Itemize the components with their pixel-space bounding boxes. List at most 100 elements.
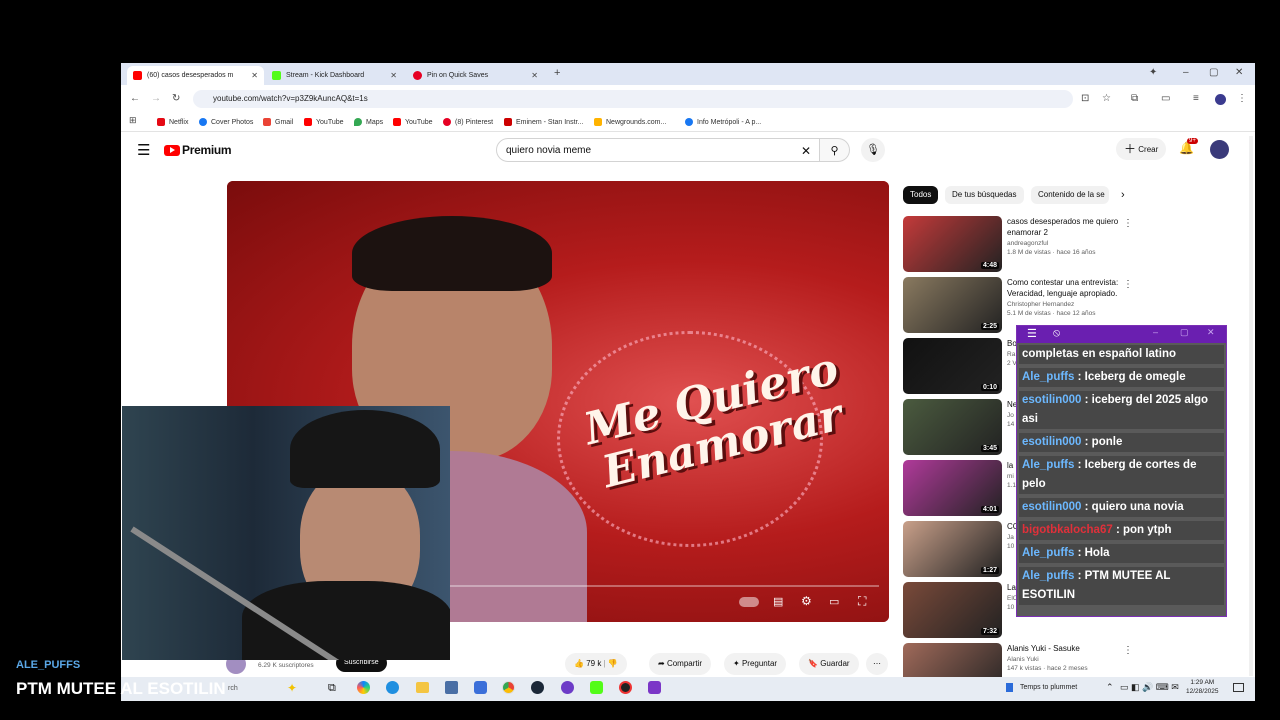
reading-list-icon[interactable]: ≡ [1193,93,1199,104]
task-view-icon[interactable]: ⧉ [328,682,336,695]
bookmark-item[interactable]: YouTube [304,116,344,128]
profile-avatar[interactable] [1215,94,1226,105]
bookmark-item[interactable]: Maps [354,116,383,128]
reload-icon[interactable]: ↻ [172,93,180,104]
file-explorer-icon[interactable] [416,682,429,693]
video-thumbnail[interactable]: 1:27 [903,521,1002,577]
address-bar[interactable]: youtube.com/watch?v=p3Z9kAuncAQ&t=1s [193,90,1073,108]
hamburger-icon[interactable]: ☰ [137,141,150,159]
share-button[interactable]: ➦ Compartir [649,653,712,675]
chat-minimize-icon[interactable]: – [1153,327,1158,337]
clear-search-icon[interactable]: ✕ [801,139,811,163]
recommendation-item[interactable]: 4:48 casos desesperados me quiero enamora… [903,216,1133,272]
page-scrollbar[interactable] [1249,136,1253,676]
apps-icon[interactable]: ⊞ [129,115,137,126]
restore-icon[interactable]: ▢ [1209,67,1218,78]
save-button[interactable]: 🔖 Guardar [799,653,859,675]
new-tab-button[interactable]: + [554,67,560,79]
thumbs-down-icon[interactable]: 👎 [608,659,618,668]
bookmark-item[interactable]: Info Metrópoli - A p... [685,116,761,128]
chat-close-icon[interactable]: ✕ [1207,327,1215,338]
chat-username[interactable]: Ale_puffs [1022,570,1074,582]
copilot-icon[interactable] [357,681,370,694]
forward-icon[interactable]: → [151,93,161,104]
channel-name[interactable]: Jo [1007,412,1014,419]
clock[interactable]: 1:29 AM 12/28/2025 [1186,678,1219,696]
channel-name[interactable]: Christopher Hernandez [1007,301,1074,308]
chat-username[interactable]: esotilin000 [1022,436,1081,448]
chip-all[interactable]: Todos [903,186,939,204]
chat-username[interactable]: bigotbkalocha67 [1022,524,1113,536]
chat-maximize-icon[interactable]: ▢ [1180,327,1189,338]
search-input[interactable]: quiero novia meme ✕ [496,138,820,162]
close-window-icon[interactable]: ✕ [1235,67,1243,78]
channel-name[interactable]: mi [1007,473,1014,480]
chip-content[interactable]: Contenido de la se [1031,186,1109,204]
autoplay-toggle[interactable] [739,597,759,607]
edge-icon[interactable] [386,681,399,694]
chrome-icon[interactable] [502,681,515,694]
menu-icon[interactable]: ⋮ [1237,93,1247,104]
bookmark-item[interactable]: Cover Photos [199,116,253,128]
video-thumbnail[interactable]: 2:25 [903,277,1002,333]
minimize-icon[interactable]: – [1183,67,1189,78]
create-button[interactable]: ＋ Crear [1116,138,1167,160]
tray-chevron-icon[interactable]: ⌃ [1106,682,1114,693]
channel-name[interactable]: andreagonzful [1007,240,1048,247]
close-tab-icon[interactable]: ✕ [251,71,258,80]
install-icon[interactable]: ⊡ [1081,93,1089,104]
bookmark-item[interactable]: Netflix [157,116,188,128]
fullscreen-icon[interactable]: ⛶ [858,594,866,609]
voice-search-button[interactable]: 🎙 [861,138,885,162]
bookmark-item[interactable]: (8) Pinterest [443,116,493,128]
bookmark-item[interactable]: YouTube [393,116,433,128]
search-button[interactable]: ⚲ [820,138,850,162]
channel-name[interactable]: Alanis Yuki [1007,656,1039,663]
chevron-right-icon[interactable]: › [1121,189,1125,201]
bookmark-item[interactable]: Eminem - Stan Instr... [504,116,583,128]
store-icon[interactable] [445,681,458,694]
like-button[interactable]: 👍 79 k | 👎 [565,653,627,675]
chat-username[interactable]: esotilin000 [1022,501,1081,513]
tab-kick[interactable]: Stream - Kick Dashboard ✕ [266,66,403,85]
hide-icon[interactable]: ⦸ [1053,327,1060,340]
more-options-icon[interactable]: ⋮ [1123,218,1133,229]
youtube-logo[interactable]: Premium [164,143,232,157]
recommendation-item[interactable]: Alanis Yuki - Sasuke Alanis Yuki 147 k vis… [903,643,1133,677]
bookmark-item[interactable]: Newgrounds.com... [594,116,666,128]
taskbar-search[interactable]: rch [228,685,238,692]
tab-pinterest[interactable]: Pin on Quick Saves ✕ [407,66,544,85]
more-options-icon[interactable]: ⋮ [1123,279,1133,290]
video-title[interactable]: Alanis Yuki - Sasuke [1007,643,1123,654]
video-thumbnail[interactable] [903,643,1002,677]
channel-name[interactable]: Ja [1007,534,1014,541]
kick-app-icon[interactable] [590,681,603,694]
video-thumbnail[interactable]: 3:45 [903,399,1002,455]
video-thumbnail[interactable]: 4:01 [903,460,1002,516]
more-actions-button[interactable]: ⋯ [866,653,888,675]
account-avatar[interactable] [1210,140,1229,159]
chip-from-searches[interactable]: De tus búsquedas [945,186,1024,204]
chat-username[interactable]: Ale_puffs [1022,547,1074,559]
video-thumbnail[interactable]: 0:10 [903,338,1002,394]
ask-button[interactable]: ✦ Preguntar [724,653,787,675]
close-tab-icon[interactable]: ✕ [390,71,397,80]
video-thumbnail[interactable]: 4:48 [903,216,1002,272]
app-icon[interactable] [474,681,487,694]
chat-app-icon[interactable] [648,681,661,694]
chat-username[interactable]: esotilin000 [1022,394,1081,406]
video-title[interactable]: casos desesperados me quiero enamorar 2 [1007,216,1123,238]
notification-center-icon[interactable] [1233,683,1244,692]
chat-username[interactable]: Ale_puffs [1022,459,1074,471]
tab-youtube[interactable]: (60) casos desesperados m ✕ [127,66,264,85]
widgets-icon[interactable]: ✦ [287,681,297,695]
bookmark-item[interactable]: Gmail [263,116,293,128]
miniplayer-icon[interactable]: ▭ [829,595,839,608]
video-thumbnail[interactable]: 7:32 [903,582,1002,638]
steam-icon[interactable] [531,681,544,694]
obs-icon[interactable] [619,681,632,694]
discord-icon[interactable] [561,681,574,694]
gemini-icon[interactable]: ✦ [1149,67,1157,78]
weather-text[interactable]: Temps to plummet [1020,684,1077,691]
tab-search-icon[interactable]: ▭ [1161,93,1170,104]
